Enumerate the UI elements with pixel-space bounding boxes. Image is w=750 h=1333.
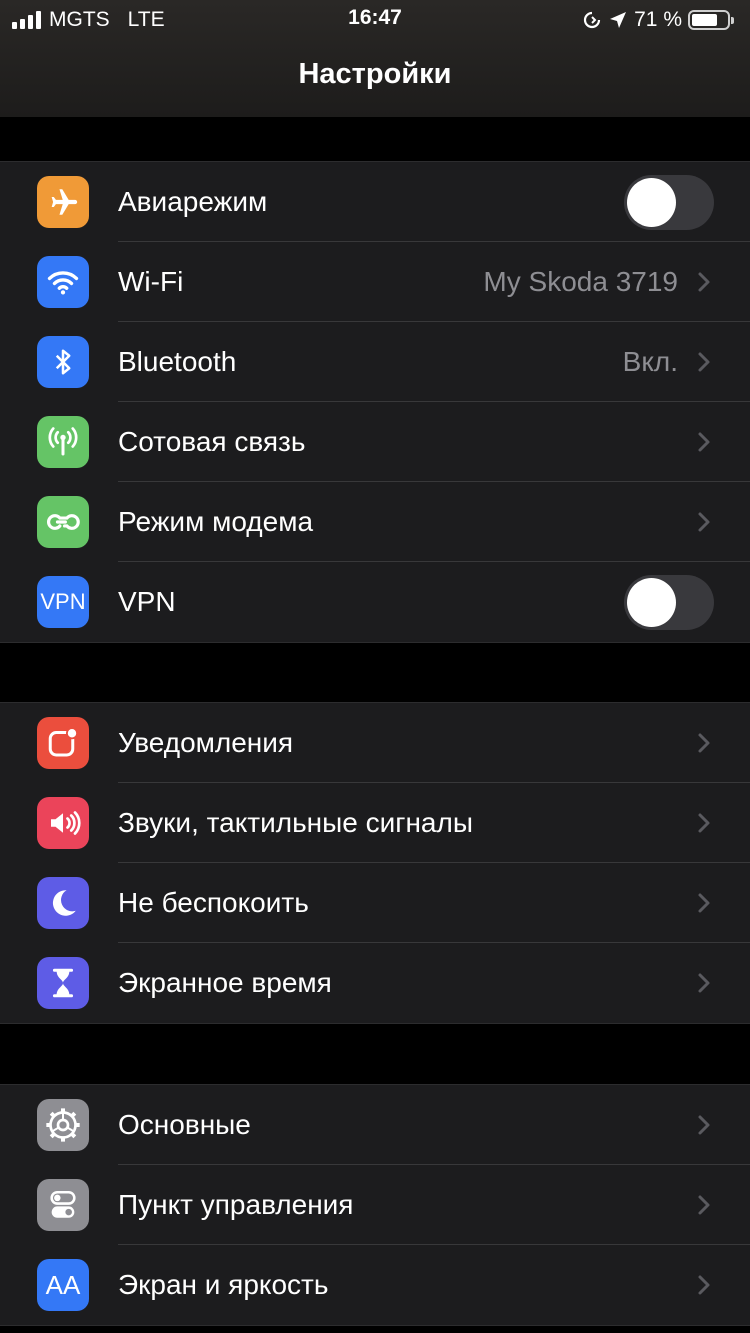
row-label: Уведомления xyxy=(118,727,294,758)
settings-row-notifications[interactable]: Уведомления xyxy=(0,703,750,783)
chevron-right-icon xyxy=(694,431,714,453)
settings-row-control-center[interactable]: Пункт управления xyxy=(0,1165,750,1245)
row-value: Вкл. xyxy=(622,346,678,377)
settings-row-bluetooth[interactable]: Bluetooth Вкл. xyxy=(0,322,750,402)
settings-row-airplane[interactable]: Авиарежим xyxy=(0,162,750,242)
row-label: Пункт управления xyxy=(118,1189,354,1220)
chevron-right-icon xyxy=(694,892,714,914)
chevron-right-icon xyxy=(694,732,714,754)
display-brightness-icon: AA xyxy=(37,1259,89,1311)
row-label: Сотовая связь xyxy=(118,426,306,457)
row-label: Wi-Fi xyxy=(118,266,184,297)
battery-icon xyxy=(688,10,734,30)
row-label: Не беспокоить xyxy=(118,887,309,918)
toggle-knob xyxy=(627,578,676,627)
moon-icon xyxy=(37,877,89,929)
settings-row-sounds[interactable]: Звуки, тактильные сигналы xyxy=(0,783,750,863)
row-label: VPN xyxy=(118,586,176,617)
chevron-right-icon xyxy=(694,511,714,533)
settings-row-display-brightness[interactable]: AA Экран и яркость xyxy=(0,1245,750,1325)
settings-row-hourglass[interactable]: Экранное время xyxy=(0,943,750,1023)
bluetooth-icon xyxy=(37,336,89,388)
row-label: Экранное время xyxy=(118,967,332,998)
chevron-right-icon xyxy=(694,1274,714,1296)
rotation-lock-icon xyxy=(584,11,601,29)
settings-row-hotspot[interactable]: Режим модема xyxy=(0,482,750,562)
battery-percent: 71 % xyxy=(634,8,682,31)
chevron-right-icon xyxy=(694,351,714,373)
page-title: Настройки xyxy=(298,58,452,90)
chevron-right-icon xyxy=(694,972,714,994)
row-label: Экран и яркость xyxy=(118,1269,329,1300)
location-arrow-icon xyxy=(610,12,627,28)
row-label: Bluetooth xyxy=(118,346,237,377)
cellular-icon xyxy=(37,416,89,468)
sounds-icon xyxy=(37,797,89,849)
settings-group-general: Основные Пункт управления AA Экран и яркост… xyxy=(0,1084,750,1326)
chevron-right-icon xyxy=(694,1194,714,1216)
notifications-icon xyxy=(37,717,89,769)
settings-row-moon[interactable]: Не беспокоить xyxy=(0,863,750,943)
row-label: Авиарежим xyxy=(118,186,268,217)
row-label: Основные xyxy=(118,1109,251,1140)
settings-row-gear[interactable]: Основные xyxy=(0,1085,750,1165)
row-label: Звуки, тактильные сигналы xyxy=(118,807,473,838)
navigation-header: MGTS LTE 16:47 71 % Настройки xyxy=(0,0,750,117)
icon-text: VPN xyxy=(40,589,86,614)
settings-group-connectivity: Авиарежим Wi-Fi My Skoda 3719 Bluetooth Вкл.… xyxy=(0,161,750,643)
settings-group-notifications: Уведомления Звуки, тактильные сигналы Не б… xyxy=(0,702,750,1024)
hourglass-icon xyxy=(37,957,89,1009)
hotspot-icon xyxy=(37,496,89,548)
chevron-right-icon xyxy=(694,812,714,834)
row-label: Режим модема xyxy=(118,506,314,537)
settings-row-vpn[interactable]: VPN VPN xyxy=(0,562,750,642)
chevron-right-icon xyxy=(694,1114,714,1136)
chevron-right-icon xyxy=(694,271,714,293)
gear-icon xyxy=(37,1099,89,1151)
row-value: My Skoda 3719 xyxy=(483,266,678,297)
status-bar: MGTS LTE 16:47 71 % xyxy=(0,0,750,40)
settings-row-cellular[interactable]: Сотовая связь xyxy=(0,402,750,482)
toggle-switch[interactable] xyxy=(624,175,714,230)
toggle-switch[interactable] xyxy=(624,575,714,630)
vpn-icon: VPN xyxy=(37,576,89,628)
settings-row-wifi[interactable]: Wi-Fi My Skoda 3719 xyxy=(0,242,750,322)
toggle-knob xyxy=(627,178,676,227)
airplane-icon xyxy=(37,176,89,228)
icon-text: AA xyxy=(45,1269,81,1300)
control-center-icon xyxy=(37,1179,89,1231)
wifi-icon xyxy=(37,256,89,308)
